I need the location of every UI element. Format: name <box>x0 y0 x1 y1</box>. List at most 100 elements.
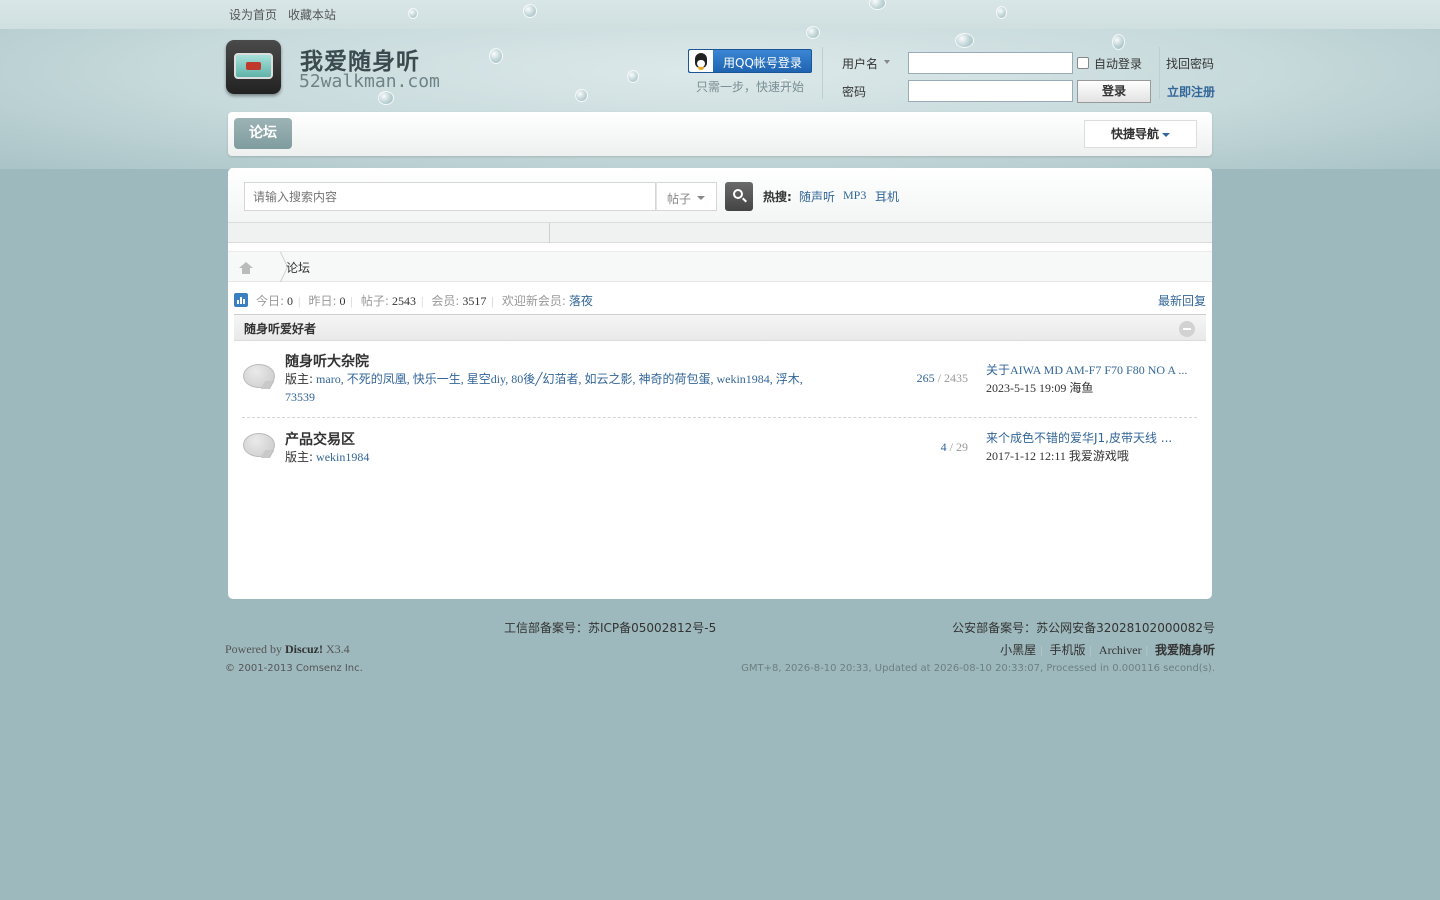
password-label: 密码 <box>842 85 867 99</box>
forum-stats: 今日: 0 | 昨日: 0 | 帖子: 2543 | 会员: 3517 | 欢迎新会员:… <box>256 294 593 308</box>
search-type-select[interactable]: 帖子 <box>656 182 717 211</box>
quick-nav-button[interactable]: 快捷导航 <box>1084 120 1197 148</box>
stat-label: 欢迎新会员: <box>501 294 566 308</box>
water-drop-decoration <box>806 26 820 39</box>
last-post-link[interactable]: 关于AIWA MD AM-F7 F70 F80 NO A ... <box>986 361 1187 378</box>
forum-row: 随身听大杂院 版主: maro, 不死的凤凰, 快乐一生, 星空diy, 80後… <box>242 346 1197 418</box>
hot-search-label: 热搜: <box>763 190 792 204</box>
top-links: 设为首页 收藏本站 <box>229 6 344 23</box>
search-button[interactable] <box>725 182 753 211</box>
server-time-info: GMT+8, 2026-8-10 20:33, Updated at 2026-… <box>741 663 1215 674</box>
register-link[interactable]: 立即注册 <box>1167 83 1215 100</box>
discuz-version: X3.4 <box>326 642 350 656</box>
water-drop-decoration <box>408 8 418 19</box>
main-panel: 帖子 热搜: 随声听 MP3 耳机 论坛 今日: 0| 昨日: 0| 帖子: 2… <box>228 168 1212 599</box>
forum-counts: 4 / 29 <box>940 440 968 454</box>
stat-label: 昨日: <box>308 294 337 308</box>
last-post-time[interactable]: 2023-5-15 19:09 <box>986 381 1066 395</box>
collapse-icon[interactable] <box>1179 321 1195 337</box>
forum-moderators: 版主: maro, 不死的凤凰, 快乐一生, 星空diy, 80後╱幻萡者, 如… <box>285 370 815 406</box>
forum-bubble-icon <box>243 364 275 390</box>
tab-forum[interactable]: 论坛 <box>234 118 292 149</box>
footer: 工信部备案号：苏ICP备05002812号-5 公安部备案号：苏公网安备3202… <box>0 610 1440 690</box>
username-input[interactable] <box>908 52 1073 74</box>
footer-link-archiver[interactable]: Archiver <box>1099 643 1142 657</box>
icp-record-link[interactable]: 工信部备案号：苏ICP备05002812号-5 <box>504 619 716 636</box>
stat-label: 帖子: <box>360 294 389 308</box>
forum-bubble-icon <box>243 433 275 459</box>
last-post-meta: 2017-1-12 12:11 我爱游戏哦 <box>986 447 1129 464</box>
thread-count: 265 <box>916 371 935 385</box>
auto-login-checkbox[interactable] <box>1077 57 1089 69</box>
header-divider <box>1159 47 1160 99</box>
water-drop-decoration <box>575 89 588 102</box>
top-strip: 设为首页 收藏本站 <box>0 0 1440 29</box>
newest-member-link[interactable]: 落夜 <box>569 294 593 308</box>
last-post-user[interactable]: 海鱼 <box>1069 381 1093 395</box>
hot-search-term[interactable]: 耳机 <box>875 188 899 205</box>
bookmark-link[interactable]: 收藏本站 <box>288 8 336 22</box>
water-drop-decoration <box>378 91 394 105</box>
powered-by: Powered by Discuz! X3.4 <box>225 642 350 657</box>
forgot-password-link[interactable]: 找回密码 <box>1166 55 1214 72</box>
last-post-user[interactable]: 我爱游戏哦 <box>1069 449 1129 463</box>
stat-label: 会员: <box>431 294 460 308</box>
powered-prefix: Powered by <box>225 642 282 656</box>
latest-reply-link[interactable]: 最新回复 <box>1158 292 1206 309</box>
water-drop-decoration <box>996 6 1007 19</box>
stat-members: 3517 <box>462 294 487 308</box>
login-button[interactable]: 登录 <box>1077 80 1151 103</box>
moderator-links[interactable]: maro, 不死的凤凰, 快乐一生, 星空diy, 80後╱幻萡者, 如云之影,… <box>285 372 803 404</box>
discuz-link[interactable]: Discuz! <box>285 642 323 656</box>
chevron-down-icon <box>1162 133 1170 137</box>
quick-nav-label: 快捷导航 <box>1111 127 1160 141</box>
category-header: 随身听爱好者 <box>234 314 1206 341</box>
water-drop-decoration <box>955 33 974 48</box>
forum-name[interactable]: 随身听大杂院 <box>285 351 369 371</box>
set-home-link[interactable]: 设为首页 <box>229 8 277 22</box>
qq-login-hint: 只需一步，快速开始 <box>696 80 805 94</box>
last-post-meta: 2023-5-15 19:09 海鱼 <box>986 379 1093 396</box>
qq-penguin-icon <box>689 50 713 72</box>
sub-nav-strip <box>228 223 1212 243</box>
chevron-down-icon <box>697 196 705 200</box>
moderator-links[interactable]: wekin1984 <box>316 450 369 464</box>
username-label[interactable]: 用户名 <box>842 55 878 72</box>
category-title[interactable]: 随身听爱好者 <box>244 320 316 337</box>
breadcrumb: 论坛 <box>228 251 1212 282</box>
last-post-link[interactable]: 来个成色不错的爱华J1,皮带天线 ... <box>986 429 1172 446</box>
water-drop-decoration <box>627 70 639 83</box>
footer-links: 小黑屋 | 手机版 | Archiver | 我爱随身听 <box>1000 643 1215 657</box>
breadcrumb-current[interactable]: 论坛 <box>286 259 310 276</box>
stat-today: 0 <box>287 294 294 308</box>
water-drop-decoration <box>1112 34 1125 50</box>
qq-login-label: 用QQ帐号登录 <box>723 56 802 70</box>
post-count: 29 <box>956 440 968 454</box>
search-input[interactable] <box>244 182 656 211</box>
forum-moderators: 版主: wekin1984 <box>285 448 815 466</box>
password-input[interactable] <box>908 80 1073 102</box>
police-record-link[interactable]: 公安部备案号：苏公网安备32028102000082号 <box>952 619 1215 636</box>
forum-name[interactable]: 产品交易区 <box>285 429 355 449</box>
walkman-logo-icon[interactable] <box>226 40 281 94</box>
post-count: 2435 <box>944 371 968 385</box>
hot-search-term[interactable]: MP3 <box>843 188 866 203</box>
footer-link-home[interactable]: 我爱随身听 <box>1155 643 1215 657</box>
forum-row: 产品交易区 版主: wekin1984 4 / 29 来个成色不错的爱华J1,皮… <box>242 424 1197 472</box>
stat-label: 今日: <box>256 294 285 308</box>
chevron-down-icon[interactable] <box>884 60 890 64</box>
qq-login-button[interactable]: 用QQ帐号登录 <box>688 49 812 73</box>
footer-link-mobile[interactable]: 手机版 <box>1050 643 1086 657</box>
search-type-value: 帖子 <box>667 192 692 206</box>
last-post-time[interactable]: 2017-1-12 12:11 <box>986 449 1066 463</box>
hot-search-term[interactable]: 随声听 <box>799 188 835 205</box>
water-drop-decoration <box>523 4 537 18</box>
stats-chart-icon <box>234 293 248 307</box>
auto-login-label[interactable]: 自动登录 <box>1094 55 1142 72</box>
stat-yesterday: 0 <box>339 294 346 308</box>
header-divider <box>822 47 823 99</box>
search-bar: 帖子 热搜: 随声听 MP3 耳机 <box>228 168 1212 223</box>
copyright: © 2001-2013 Comsenz Inc. <box>225 663 363 674</box>
footer-link-blacklist[interactable]: 小黑屋 <box>1000 643 1036 657</box>
home-icon[interactable] <box>239 262 253 274</box>
